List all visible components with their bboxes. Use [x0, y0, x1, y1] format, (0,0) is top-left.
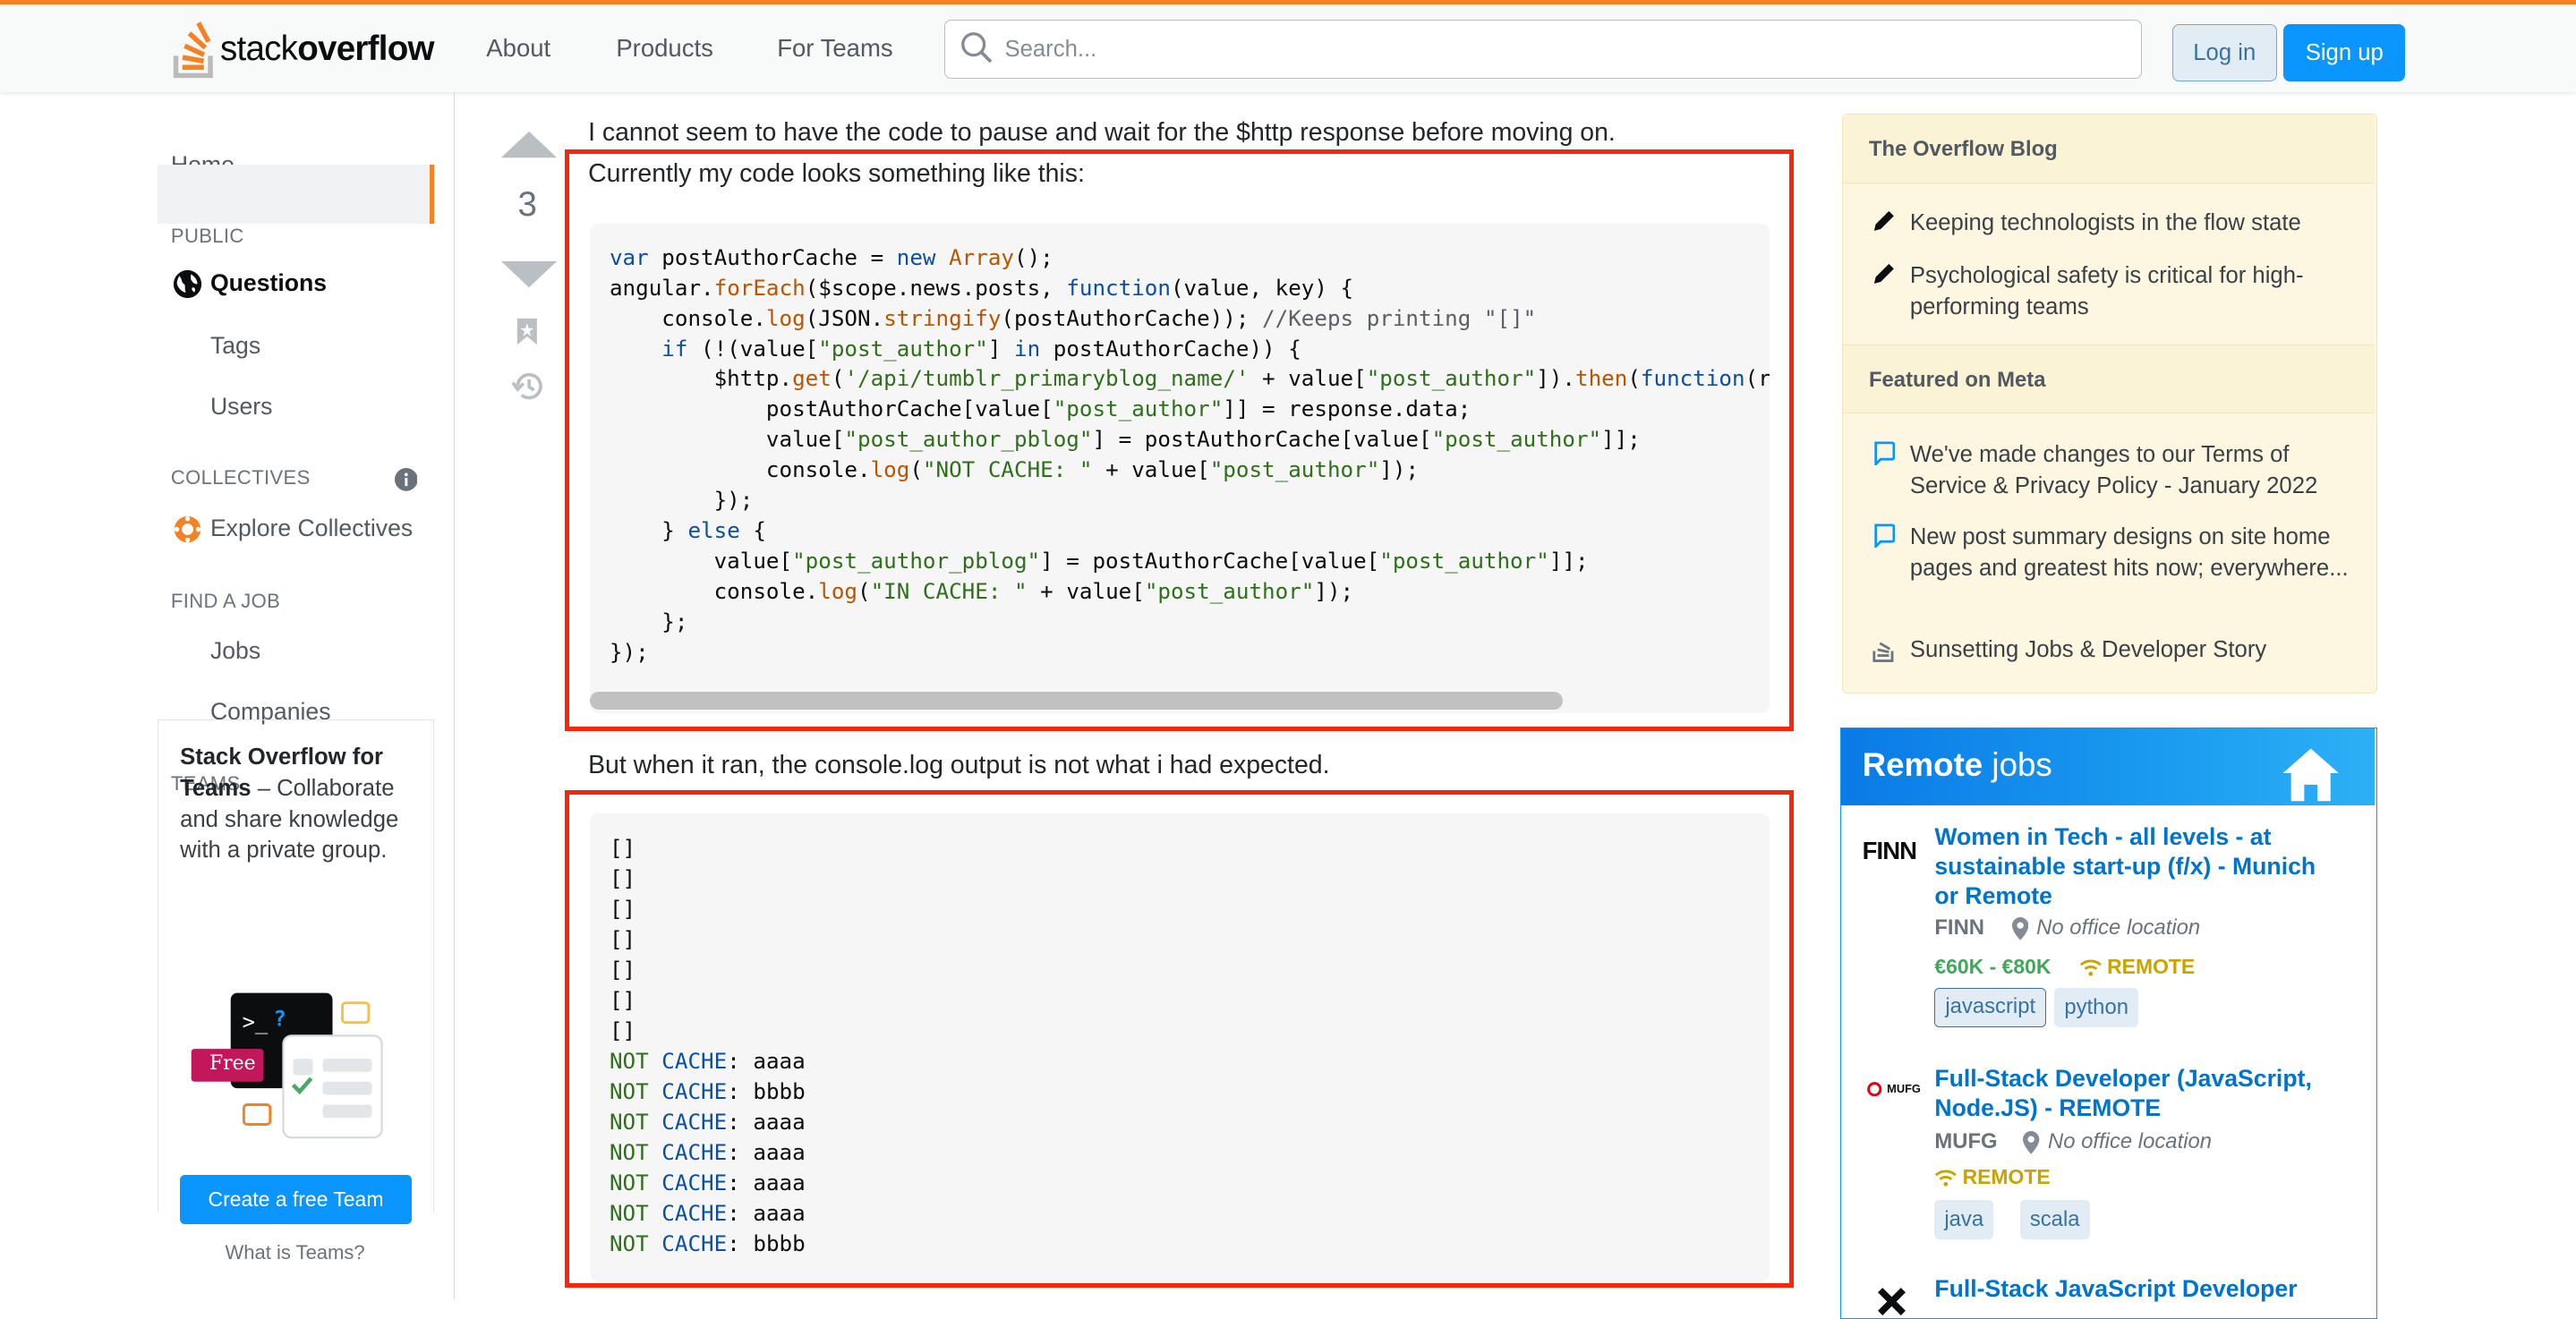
bookmark-icon[interactable]: [516, 317, 539, 346]
sidebar-item-users[interactable]: Users: [210, 393, 273, 421]
info-icon[interactable]: [394, 468, 418, 491]
stackoverflow-logo[interactable]: stackoverflow: [171, 20, 435, 79]
collectives-heading: COLLECTIVES: [170, 466, 311, 489]
collectives-icon: [174, 515, 200, 542]
vote-count: 3: [517, 185, 537, 225]
mufg-logo-icon: [1867, 1081, 1882, 1097]
job-remote-2: REMOTE: [1962, 1165, 2051, 1189]
meta-item-3[interactable]: Sunsetting Jobs & Developer Story: [1910, 634, 2362, 666]
teams-promo-text: Stack Overflow for Teams – Collaborate a…: [180, 744, 399, 864]
pencil-icon: [1873, 263, 1894, 284]
top-bar: stackoverflow About Products For Teams L…: [0, 0, 2576, 92]
stack-logo-icon: [173, 21, 213, 78]
house-icon: [2282, 748, 2339, 801]
nav-products[interactable]: Products: [616, 34, 713, 63]
sidebar-item-questions[interactable]: [158, 164, 434, 224]
chat-bubble-icon: [1873, 523, 1895, 549]
job-company-1: FINN: [1934, 915, 1985, 940]
tag-python[interactable]: python: [2054, 988, 2138, 1028]
remote-jobs-widget: Remote jobs FINN Women in Tech - all lev…: [1839, 728, 2377, 1319]
question-paragraph-1: I cannot seem to have the code to pause …: [588, 118, 1616, 148]
job-remote-1: REMOTE: [2107, 955, 2196, 979]
search-input[interactable]: [1001, 30, 2126, 70]
public-heading: PUBLIC: [170, 225, 244, 248]
blog-heading: The Overflow Blog: [1868, 137, 2058, 162]
location-pin-icon: [2023, 1130, 2040, 1154]
pencil-icon: [1873, 210, 1894, 231]
job-title-2[interactable]: Full-Stack Developer (JavaScript, Node.J…: [1934, 1064, 2345, 1123]
meta-heading: Featured on Meta: [1868, 368, 2046, 393]
tag-scala[interactable]: scala: [2019, 1199, 2090, 1239]
tag-javascript[interactable]: javascript: [1934, 988, 2047, 1028]
nav-about[interactable]: About: [486, 34, 550, 63]
svg-text:>_: >_: [243, 1009, 269, 1034]
downvote-button[interactable]: [499, 260, 559, 289]
question-paragraph-3: But when it ran, the console.log output …: [588, 750, 1330, 779]
blog-item-1[interactable]: Keeping technologists in the flow state: [1910, 208, 2362, 239]
teams-promo-card: Stack Overflow for Teams – Collaborate a…: [158, 719, 434, 1264]
location-pin-icon: [2011, 917, 2028, 940]
sidebar-item-jobs[interactable]: Jobs: [210, 637, 260, 665]
blog-heading-bar: The Overflow Blog: [1842, 114, 2376, 183]
upvote-button[interactable]: [499, 130, 559, 159]
globe-icon: [173, 269, 201, 299]
nav-for-teams[interactable]: For Teams: [777, 34, 892, 63]
meta-item-2[interactable]: New post summary designs on site home pa…: [1910, 522, 2362, 584]
svg-text:?: ?: [274, 1006, 286, 1031]
wifi-icon: [1935, 1170, 1958, 1187]
job-location-2: No office location: [2048, 1128, 2213, 1153]
remote-jobs-title: Remote jobs: [1862, 746, 2052, 784]
red-highlight-box-code: [565, 149, 1795, 731]
meta-heading-bar: Featured on Meta: [1842, 344, 2376, 413]
meta-item-1[interactable]: We've made changes to our Terms of Servi…: [1910, 439, 2362, 502]
search-icon: [961, 32, 993, 64]
wifi-icon: [2079, 959, 2102, 976]
overflow-blog-widget: The Overflow Blog Keeping technologists …: [1841, 113, 2377, 694]
sidebar-item-questions-label[interactable]: Questions: [210, 269, 327, 297]
login-button[interactable]: Log in: [2171, 24, 2277, 82]
sidebar-item-explore-collectives[interactable]: Explore Collectives: [210, 515, 413, 542]
create-team-button[interactable]: Create a free Team: [180, 1175, 412, 1225]
remote-jobs-header: Remote jobs: [1840, 728, 2376, 806]
finn-logo: FINN: [1862, 837, 1917, 865]
red-highlight-box-output: [565, 789, 1795, 1289]
job-salary-1: €60K - €80K: [1934, 955, 2051, 979]
free-badge: Free: [209, 1051, 256, 1075]
company-logo-icon: [1878, 1288, 1906, 1316]
signup-button[interactable]: Sign up: [2283, 24, 2406, 82]
tag-java[interactable]: java: [1934, 1199, 1994, 1239]
job-location-1: No office location: [2036, 915, 2201, 940]
stack-logo-icon: [1872, 642, 1894, 663]
mufg-logo-text: MUFG: [1887, 1081, 1921, 1095]
job-title-1[interactable]: Women in Tech - all levels - at sustaina…: [1934, 822, 2345, 911]
history-icon[interactable]: [511, 370, 546, 403]
job-company-2: MUFG: [1934, 1128, 1998, 1153]
chat-bubble-icon: [1873, 441, 1895, 466]
search-box: [944, 19, 2143, 79]
blog-item-2[interactable]: Psychological safety is critical for hig…: [1910, 260, 2362, 323]
find-job-heading: FIND A JOB: [170, 589, 281, 612]
logo-text: stackoverflow: [219, 29, 435, 68]
what-is-teams-link[interactable]: What is Teams?: [158, 1241, 431, 1264]
sidebar-item-tags[interactable]: Tags: [210, 332, 260, 360]
